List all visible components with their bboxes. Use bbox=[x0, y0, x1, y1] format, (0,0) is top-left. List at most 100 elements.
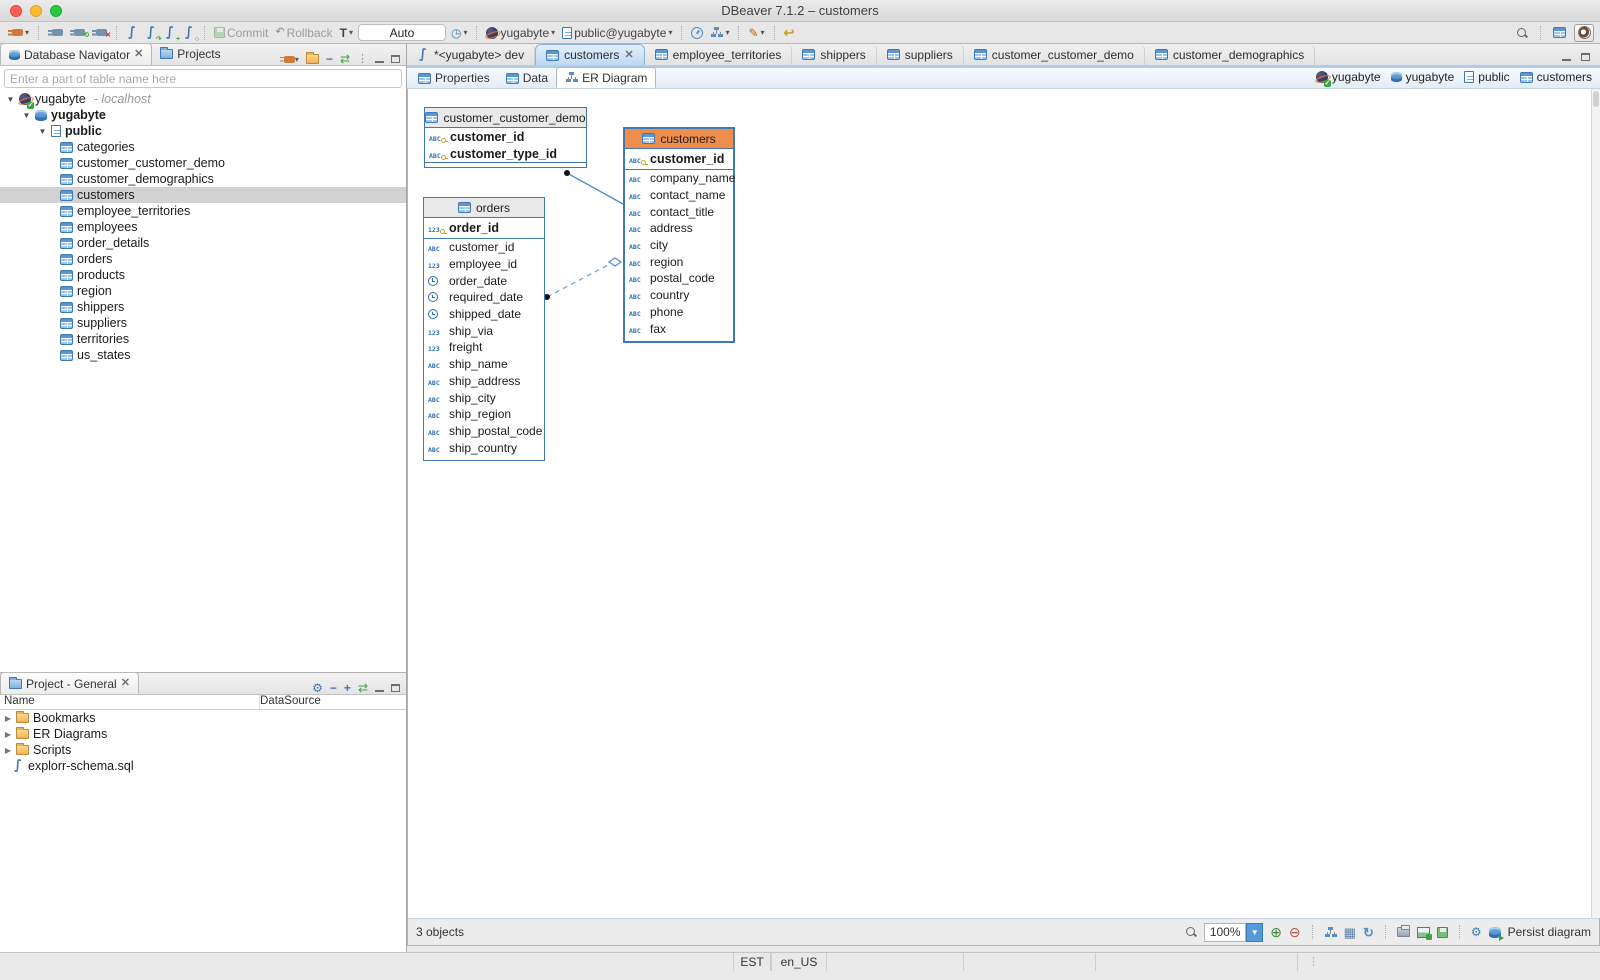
settings-button[interactable] bbox=[312, 682, 323, 694]
tree-item-employee-territories[interactable]: employee_territories bbox=[0, 203, 406, 219]
persist-diagram-label[interactable]: Persist diagram bbox=[1508, 925, 1591, 939]
breadcrumb-connection[interactable]: yugabyte bbox=[1316, 70, 1381, 84]
tab-customer-demographics[interactable]: customer_demographics bbox=[1145, 44, 1315, 65]
column-customer-type-id[interactable]: customer_type_id bbox=[425, 145, 586, 162]
tab-projects[interactable]: Projects bbox=[152, 43, 228, 65]
transaction-mode-button[interactable]: T▾ bbox=[338, 25, 355, 41]
canvas-vertical-scrollbar[interactable] bbox=[1591, 89, 1600, 918]
column-ship-region[interactable]: ship_region bbox=[424, 406, 544, 423]
link-with-editor-button[interactable]: ⇄ bbox=[358, 682, 368, 694]
collapsed-arrow-icon[interactable]: ▶ bbox=[4, 730, 12, 739]
tab-employee-territories[interactable]: employee_territories bbox=[645, 44, 793, 65]
er-diagram-canvas[interactable]: customer_customer_demo customer_id custo… bbox=[407, 89, 1600, 918]
zoom-window-button[interactable] bbox=[50, 5, 62, 17]
close-icon[interactable]: ✕ bbox=[134, 49, 143, 60]
table-filter-input[interactable] bbox=[10, 72, 396, 86]
breadcrumb-database[interactable]: yugabyte bbox=[1391, 70, 1455, 84]
search-button[interactable] bbox=[1514, 26, 1530, 40]
maximize-panel-button[interactable] bbox=[391, 684, 400, 692]
tree-item-customer-customer-demo[interactable]: customer_customer_demo bbox=[0, 155, 406, 171]
column-freight[interactable]: freight bbox=[424, 339, 544, 356]
subtab-data[interactable]: Data bbox=[498, 68, 556, 88]
tree-item-order-details[interactable]: order_details bbox=[0, 235, 406, 251]
new-connection-button[interactable]: ▾ bbox=[6, 27, 31, 38]
column-ship-country[interactable]: ship_country bbox=[424, 439, 544, 456]
entity-orders[interactable]: orders order_id customer_id employee_id … bbox=[423, 197, 545, 461]
minimize-editor-button[interactable] bbox=[1562, 53, 1571, 61]
entity-customer-customer-demo[interactable]: customer_customer_demo customer_id custo… bbox=[424, 107, 587, 168]
tree-item-database-yugabyte[interactable]: ▼yugabyte bbox=[0, 107, 406, 123]
subtab-er-diagram[interactable]: ER Diagram bbox=[556, 67, 656, 88]
tab-suppliers[interactable]: suppliers bbox=[877, 44, 964, 65]
commit-button[interactable]: Commit bbox=[212, 25, 270, 41]
expand-arrow-icon[interactable]: ▼ bbox=[22, 111, 31, 120]
column-ship-city[interactable]: ship_city bbox=[424, 389, 544, 406]
zoom-out-button[interactable] bbox=[1289, 925, 1301, 939]
tree-item-employees[interactable]: employees bbox=[0, 219, 406, 235]
tree-item-shippers[interactable]: shippers bbox=[0, 299, 406, 315]
tree-item-suppliers[interactable]: suppliers bbox=[0, 315, 406, 331]
collapse-all-button[interactable]: − bbox=[326, 53, 333, 65]
relationship-line-solid[interactable] bbox=[567, 173, 623, 204]
column-order-id[interactable]: order_id bbox=[424, 218, 544, 239]
expand-button[interactable]: + bbox=[344, 682, 351, 694]
expand-arrow-icon[interactable]: ▼ bbox=[6, 95, 15, 104]
project-item-explorr-schema-sql[interactable]: explorr-schema.sql bbox=[0, 758, 406, 774]
new-sql-editor-button[interactable]: + bbox=[162, 25, 178, 41]
breadcrumb-schema[interactable]: public bbox=[1464, 70, 1509, 84]
column-ship-via[interactable]: ship_via bbox=[424, 322, 544, 339]
new-folder-button[interactable] bbox=[306, 54, 319, 64]
column-ship-address[interactable]: ship_address bbox=[424, 373, 544, 390]
zoom-combo[interactable]: 100% ▼ bbox=[1204, 923, 1263, 942]
tab-shippers[interactable]: shippers bbox=[792, 44, 876, 65]
column-customer-id[interactable]: customer_id bbox=[625, 149, 733, 170]
new-connection-button[interactable]: ▾ bbox=[280, 55, 299, 64]
tree-item-us-states[interactable]: us_states bbox=[0, 347, 406, 363]
connect-button[interactable] bbox=[46, 28, 65, 37]
transaction-log-button[interactable]: ▾ bbox=[449, 26, 470, 40]
back-button[interactable]: ↩ bbox=[782, 24, 797, 42]
column-fax[interactable]: fax bbox=[625, 320, 733, 337]
project-item-bookmarks[interactable]: ▶Bookmarks bbox=[0, 710, 406, 726]
reconnect-button[interactable]: ⟲ bbox=[68, 28, 87, 37]
zoom-in-button[interactable] bbox=[1270, 925, 1282, 939]
entity-customers[interactable]: customers customer_id company_name conta… bbox=[623, 127, 735, 343]
rollback-button[interactable]: ↶Rollback bbox=[273, 25, 334, 41]
dbeaver-logo-button[interactable] bbox=[1574, 24, 1594, 42]
tree-item-categories[interactable]: categories bbox=[0, 139, 406, 155]
column-required-date[interactable]: required_date bbox=[424, 289, 544, 306]
toggle-grid-button[interactable] bbox=[1344, 926, 1356, 939]
column-region[interactable]: region bbox=[625, 253, 733, 270]
column-ship-postal-code[interactable]: ship_postal_code bbox=[424, 423, 544, 440]
minimize-panel-button[interactable] bbox=[375, 684, 384, 692]
sql-editor-button[interactable] bbox=[124, 25, 140, 41]
project-item-scripts[interactable]: ▶Scripts bbox=[0, 742, 406, 758]
tree-item-territories[interactable]: territories bbox=[0, 331, 406, 347]
compare-button[interactable]: ✎▾ bbox=[746, 25, 766, 41]
tree-item-customer-demographics[interactable]: customer_demographics bbox=[0, 171, 406, 187]
tab-yugabyte-dev[interactable]: *<yugabyte> dev bbox=[407, 44, 535, 65]
relationship-line-dashed[interactable] bbox=[547, 264, 610, 297]
maximize-panel-button[interactable] bbox=[391, 55, 400, 63]
zoom-value[interactable]: 100% bbox=[1204, 923, 1246, 942]
column-contact-name[interactable]: contact_name bbox=[625, 187, 733, 204]
column-postal-code[interactable]: postal_code bbox=[625, 270, 733, 287]
column-contact-title[interactable]: contact_title bbox=[625, 203, 733, 220]
disconnect-button[interactable]: ✕ bbox=[90, 28, 109, 37]
entity-header[interactable]: orders bbox=[424, 198, 544, 218]
tab-customer-customer-demo[interactable]: customer_customer_demo bbox=[964, 44, 1145, 65]
maximize-editor-button[interactable] bbox=[1581, 53, 1590, 61]
arrange-diagram-button[interactable] bbox=[1324, 927, 1337, 938]
column-header-datasource[interactable]: DataSource bbox=[260, 695, 321, 709]
column-city[interactable]: city bbox=[625, 237, 733, 254]
auto-commit-combo[interactable]: Auto bbox=[358, 24, 446, 41]
column-phone[interactable]: phone bbox=[625, 304, 733, 321]
save-diagram-button[interactable] bbox=[1437, 927, 1448, 938]
recent-sql-editor-button[interactable]: ↷ bbox=[143, 25, 159, 41]
column-ship-name[interactable]: ship_name bbox=[424, 356, 544, 373]
sql-console-button[interactable]: ○ bbox=[181, 25, 197, 41]
close-window-button[interactable] bbox=[10, 5, 22, 17]
column-customer-id[interactable]: customer_id bbox=[424, 239, 544, 256]
subtab-properties[interactable]: Properties bbox=[410, 68, 498, 88]
column-country[interactable]: country bbox=[625, 287, 733, 304]
